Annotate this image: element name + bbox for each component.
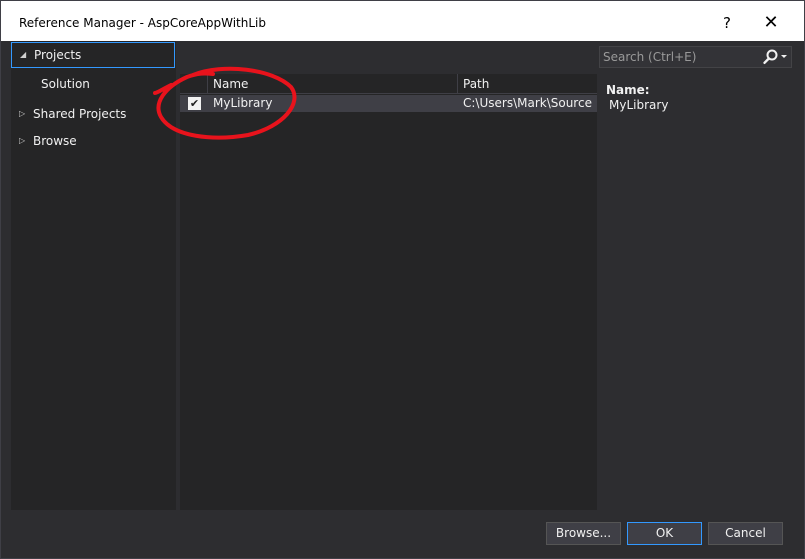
browse-button[interactable]: Browse... (546, 522, 621, 545)
details-name-label: Name: (606, 83, 650, 97)
sidebar-item-shared-projects[interactable]: ▷ Shared Projects (11, 102, 176, 126)
details-name-value: MyLibrary (609, 98, 669, 112)
sidebar-item-solution[interactable]: Solution (11, 72, 176, 96)
row-path-cell: C:\Users\Mark\Source... (463, 96, 593, 110)
search-box (599, 46, 792, 68)
column-divider[interactable] (457, 74, 458, 94)
expanded-arrow-icon[interactable]: ◢ (20, 43, 26, 67)
reference-manager-dialog: Reference Manager - AspCoreAppWithLib ? … (0, 0, 805, 559)
cancel-button[interactable]: Cancel (708, 522, 783, 545)
column-divider[interactable] (207, 74, 208, 94)
row-name-cell: MyLibrary (213, 96, 273, 110)
window-title: Reference Manager - AspCoreAppWithLib (19, 16, 266, 30)
column-header-name[interactable]: Name (213, 74, 248, 94)
table-row[interactable]: ✔ MyLibrary C:\Users\Mark\Source... (180, 95, 597, 112)
collapsed-arrow-icon[interactable]: ▷ (19, 129, 25, 153)
sidebar-item-label: Shared Projects (33, 107, 127, 121)
grid-header: Name Path (180, 74, 597, 94)
sidebar-item-label: Solution (41, 77, 90, 91)
help-button[interactable]: ? (710, 9, 744, 37)
sidebar-item-projects[interactable]: ◢ Projects (11, 42, 175, 68)
ok-button[interactable]: OK (627, 522, 702, 545)
sidebar-item-browse[interactable]: ▷ Browse (11, 129, 176, 153)
title-bar: Reference Manager - AspCoreAppWithLib ? … (1, 1, 804, 41)
search-input[interactable] (603, 48, 758, 66)
collapsed-arrow-icon[interactable]: ▷ (19, 102, 25, 126)
sidebar: ◢ Projects Solution ▷ Shared Projects ▷ … (11, 41, 176, 510)
reference-checkbox[interactable]: ✔ (188, 97, 201, 110)
details-panel: Name: MyLibrary (606, 83, 668, 112)
column-header-path[interactable]: Path (463, 74, 489, 94)
search-icon[interactable] (760, 47, 792, 67)
sidebar-item-label: Projects (34, 48, 82, 62)
close-button[interactable]: ✕ (754, 9, 788, 37)
projects-grid: Name Path ✔ MyLibrary C:\Users\Mark\Sour… (180, 74, 597, 510)
sidebar-item-label: Browse (33, 134, 77, 148)
